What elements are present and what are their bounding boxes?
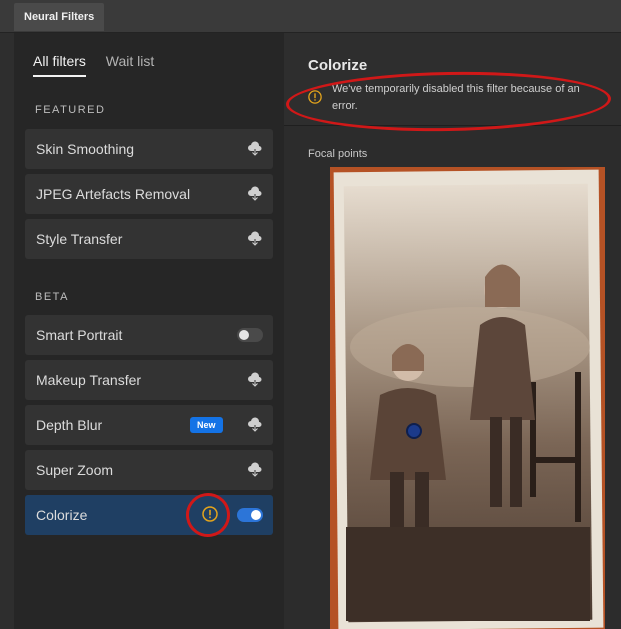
filter-item-style-transfer[interactable]: Style Transfer [25, 219, 273, 259]
filter-item-depth-blur[interactable]: Depth Blur New [25, 405, 273, 445]
cloud-download-icon[interactable] [247, 141, 263, 157]
preview-photo[interactable] [330, 167, 605, 629]
filter-label: Makeup Transfer [36, 372, 142, 388]
vintage-photo-image [330, 167, 605, 629]
toggle-knob [239, 330, 249, 340]
filter-label: Style Transfer [36, 231, 123, 247]
colorize-toggle[interactable] [237, 508, 263, 522]
filter-item-smart-portrait[interactable]: Smart Portrait [25, 315, 273, 355]
title-bar: Neural Filters [0, 0, 621, 33]
filter-item-super-zoom[interactable]: Super Zoom [25, 450, 273, 490]
section-beta: BETA [35, 291, 69, 303]
tab-all-filters[interactable]: All filters [33, 53, 86, 77]
filter-label: Super Zoom [36, 462, 114, 478]
cloud-download-icon[interactable] [247, 417, 263, 433]
filter-label: Colorize [36, 507, 88, 523]
filter-item-makeup-transfer[interactable]: Makeup Transfer [25, 360, 273, 400]
toggle-knob [251, 510, 261, 520]
cloud-download-icon[interactable] [247, 231, 263, 247]
cloud-download-icon[interactable] [247, 372, 263, 388]
filter-item-jpeg-artefacts-removal[interactable]: JPEG Artefacts Removal [25, 174, 273, 214]
filter-title: Colorize [308, 57, 368, 74]
filter-item-colorize[interactable]: Colorize [25, 495, 273, 535]
section-featured: FEATURED [35, 104, 106, 116]
new-badge: New [190, 417, 223, 433]
filter-label: Smart Portrait [36, 327, 123, 343]
left-edge [0, 33, 14, 629]
tab-wait-list[interactable]: Wait list [106, 53, 154, 75]
filter-tabs: All filters Wait list [33, 53, 170, 77]
filter-label: Skin Smoothing [36, 141, 135, 157]
cloud-download-icon[interactable] [247, 462, 263, 478]
neural-filters-tab[interactable]: Neural Filters [14, 3, 105, 31]
focal-points-label: Focal points [308, 148, 368, 160]
filter-list-panel: All filters Wait list FEATURED Skin Smoo… [14, 33, 284, 629]
filter-label: Depth Blur [36, 417, 103, 433]
filter-label: JPEG Artefacts Removal [36, 186, 191, 202]
cloud-download-icon[interactable] [247, 186, 263, 202]
filter-item-skin-smoothing[interactable]: Skin Smoothing [25, 129, 273, 169]
smart-portrait-toggle[interactable] [237, 328, 263, 342]
